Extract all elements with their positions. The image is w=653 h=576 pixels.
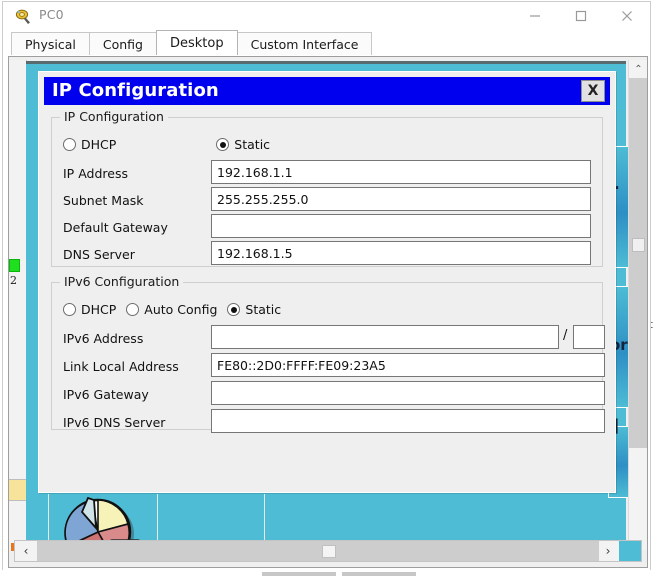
ipv6-prefix-separator: / bbox=[563, 328, 568, 343]
dialog-titlebar[interactable]: IP Configuration X bbox=[44, 77, 610, 105]
ipv6-dns-server-input[interactable] bbox=[211, 409, 605, 433]
link-status-indicator bbox=[9, 259, 20, 272]
physical-gutter bbox=[9, 60, 27, 550]
ipv6-prefix-input[interactable] bbox=[573, 325, 605, 349]
screen: st PC0 bbox=[0, 0, 653, 576]
ipv4-static-radio[interactable] bbox=[216, 138, 230, 151]
dns-server-label: DNS Server bbox=[63, 247, 135, 262]
packet-tracer-device-icon bbox=[15, 8, 32, 25]
ipv6-dns-server-label: IPv6 DNS Server bbox=[63, 415, 166, 430]
horizontal-scroll-track[interactable] bbox=[37, 541, 599, 561]
ipv6-dhcp-label: DHCP bbox=[81, 302, 117, 317]
link-local-address-input[interactable] bbox=[211, 353, 605, 377]
tab-custom-interface[interactable]: Custom Interface bbox=[236, 32, 373, 55]
taskbar-button[interactable] bbox=[342, 572, 416, 576]
port-number-label: 2 bbox=[10, 274, 17, 287]
ipv4-dhcp-label: DHCP bbox=[81, 137, 117, 152]
dns-server-input[interactable] bbox=[211, 241, 591, 265]
default-gateway-label: Default Gateway bbox=[63, 220, 168, 235]
scroll-up-icon[interactable]: ⌃ bbox=[629, 60, 647, 78]
scroll-right-icon[interactable]: › bbox=[597, 541, 619, 561]
device-tabbar: Physical Config Desktop Custom Interface bbox=[3, 30, 650, 55]
vertical-scroll-track[interactable] bbox=[629, 78, 647, 448]
ipv6-gateway-label: IPv6 Gateway bbox=[63, 387, 149, 402]
ip-address-label: IP Address bbox=[63, 166, 128, 181]
subnet-mask-label: Subnet Mask bbox=[63, 193, 144, 208]
ipv6-auto-config-radio[interactable] bbox=[126, 303, 140, 316]
ipv6-dhcp-radio[interactable] bbox=[63, 303, 76, 316]
horizontal-scrollbar[interactable]: ‹ › bbox=[14, 540, 642, 562]
maximize-button[interactable] bbox=[558, 2, 604, 30]
window-titlebar[interactable]: PC0 bbox=[3, 2, 650, 30]
tab-desktop-label: Desktop bbox=[169, 35, 224, 51]
vertical-scrollbar[interactable]: ⌃ ⌄ bbox=[628, 60, 647, 550]
close-button[interactable] bbox=[604, 2, 650, 30]
ipv4-group-legend: IP Configuration bbox=[60, 109, 168, 124]
minimize-button[interactable] bbox=[512, 2, 558, 30]
taskbar-button[interactable] bbox=[262, 572, 336, 576]
dialog-close-label: X bbox=[587, 83, 599, 99]
desktop-panel: 2 or · | IP Configuration X IP Configura… bbox=[8, 56, 648, 568]
gutter-highlight bbox=[9, 479, 27, 501]
ipv4-mode-radios: DHCP Static bbox=[63, 137, 286, 152]
ipv4-static-label: Static bbox=[234, 137, 271, 152]
tab-physical[interactable]: Physical bbox=[11, 32, 90, 55]
ipv6-address-label: IPv6 Address bbox=[63, 331, 144, 346]
tab-custom-interface-label: Custom Interface bbox=[250, 36, 359, 52]
tab-desktop[interactable]: Desktop bbox=[155, 30, 238, 55]
window-controls bbox=[512, 2, 650, 30]
link-local-address-label: Link Local Address bbox=[63, 359, 179, 374]
ipv6-static-label: Static bbox=[245, 302, 282, 317]
subnet-mask-input[interactable] bbox=[211, 187, 591, 211]
ip-configuration-dialog: IP Configuration X IP Configuration DHCP bbox=[38, 71, 616, 493]
dialog-title: IP Configuration bbox=[52, 80, 219, 101]
horizontal-scroll-thumb[interactable] bbox=[322, 545, 336, 558]
tabstrip: Physical Config Desktop Custom Interface bbox=[11, 30, 373, 55]
tab-physical-label: Physical bbox=[25, 36, 76, 52]
window-title: PC0 bbox=[39, 7, 64, 22]
pc0-window: PC0 Physical Config Desktop Custom Inter… bbox=[2, 1, 651, 572]
dialog-close-button[interactable]: X bbox=[581, 80, 605, 102]
tab-config[interactable]: Config bbox=[88, 32, 157, 55]
ipv6-mode-radios: DHCP Auto Config Static bbox=[63, 302, 297, 317]
default-gateway-input[interactable] bbox=[211, 214, 591, 238]
vertical-scroll-thumb[interactable] bbox=[632, 238, 645, 252]
ipv6-group-legend: IPv6 Configuration bbox=[60, 274, 184, 289]
ipv6-gateway-input[interactable] bbox=[211, 381, 605, 405]
ipv6-address-input[interactable] bbox=[211, 325, 559, 349]
ipv6-static-radio[interactable] bbox=[227, 303, 241, 316]
ip-address-input[interactable] bbox=[211, 160, 591, 184]
tab-config-label: Config bbox=[102, 36, 143, 52]
ipv4-dhcp-radio[interactable] bbox=[63, 138, 76, 151]
scrollbar-corner bbox=[619, 541, 641, 561]
desktop-background: or · | IP Configuration X IP Configurati… bbox=[26, 61, 630, 566]
scroll-left-icon[interactable]: ‹ bbox=[15, 541, 37, 561]
ipv6-auto-config-label: Auto Config bbox=[144, 302, 218, 317]
